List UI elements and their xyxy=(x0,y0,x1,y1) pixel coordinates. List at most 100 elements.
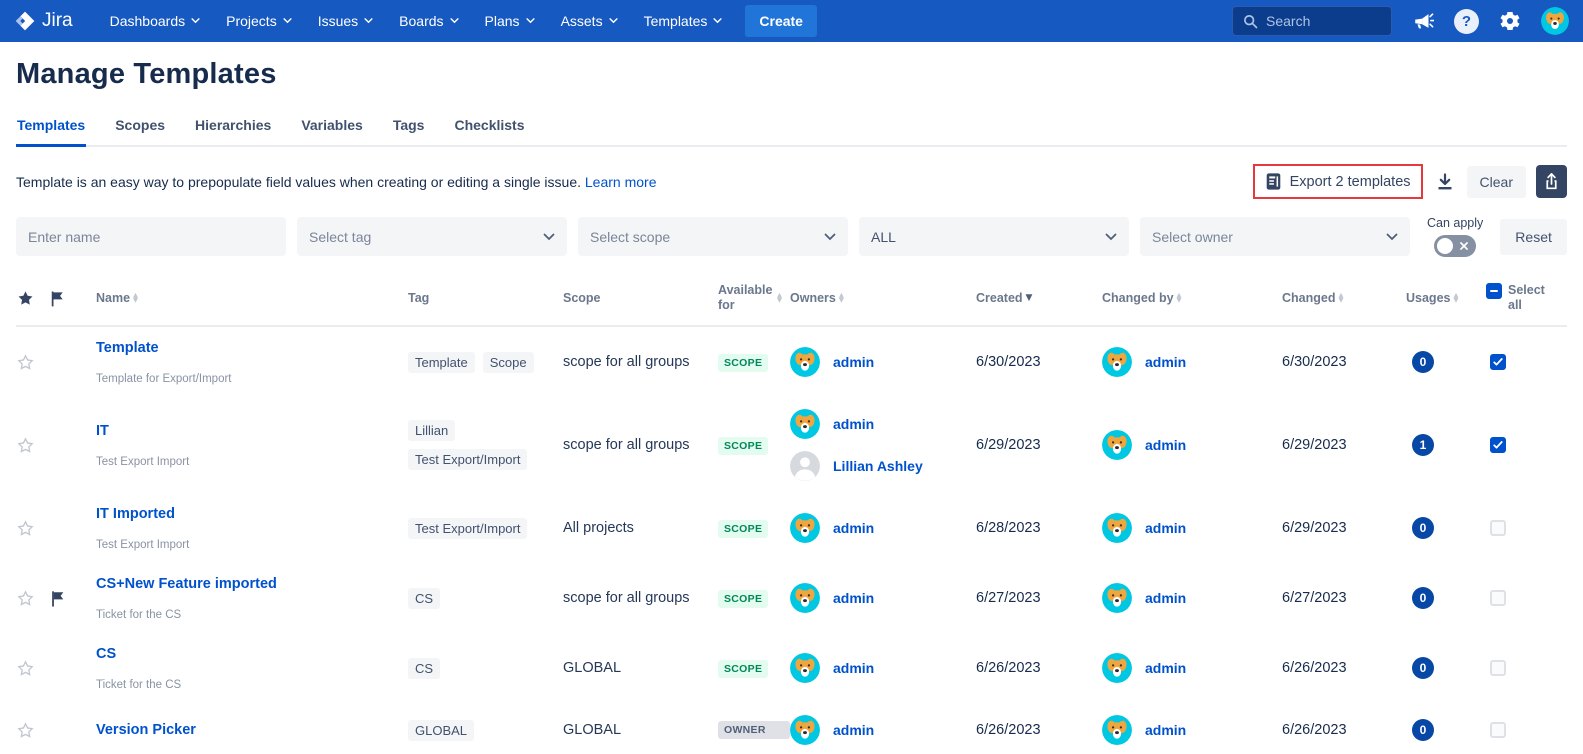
owner-item: admin xyxy=(1102,715,1282,745)
owner-link[interactable]: admin xyxy=(833,354,874,370)
template-name-link[interactable]: CS xyxy=(96,646,116,662)
owner-link[interactable]: admin xyxy=(833,722,874,738)
nav-item-boards[interactable]: Boards xyxy=(388,6,469,36)
tag-chip: GLOBAL xyxy=(408,720,474,741)
owner-link[interactable]: admin xyxy=(833,660,874,676)
tag-filter-placeholder: Select tag xyxy=(309,229,371,245)
available-for-badge: SCOPE xyxy=(718,660,768,678)
created-date: 6/27/2023 xyxy=(976,590,1102,606)
owner-link[interactable]: admin xyxy=(833,590,874,606)
create-button[interactable]: Create xyxy=(745,5,817,37)
dog-avatar xyxy=(1102,430,1132,460)
can-apply-toggle[interactable] xyxy=(1434,235,1476,257)
scope-filter-select[interactable]: Select scope xyxy=(578,217,848,256)
column-header-available-for[interactable]: Available for ▲▼ xyxy=(718,283,790,313)
dog-avatar-icon xyxy=(790,715,820,745)
tab-checklists[interactable]: Checklists xyxy=(453,111,525,147)
template-name-link[interactable]: CS+New Feature imported xyxy=(96,576,277,592)
tab-variables[interactable]: Variables xyxy=(300,111,364,147)
row-checkbox[interactable] xyxy=(1490,660,1506,676)
nav-item-projects[interactable]: Projects xyxy=(215,6,303,36)
export-highlight-annotation: Export 2 templates xyxy=(1253,164,1423,199)
user-avatar[interactable] xyxy=(1541,7,1569,35)
available-for-cell: SCOPE xyxy=(718,589,790,607)
download-button[interactable] xyxy=(1433,170,1457,194)
row-star-button[interactable] xyxy=(16,589,50,608)
usages-badge: 0 xyxy=(1412,719,1434,741)
available-for-badge: SCOPE xyxy=(718,354,768,372)
owner-link[interactable]: admin xyxy=(1145,660,1186,676)
row-checkbox[interactable] xyxy=(1490,590,1506,606)
nav-item-assets[interactable]: Assets xyxy=(550,6,629,36)
flag-icon xyxy=(50,590,65,607)
header-label: Available for xyxy=(718,283,774,313)
template-name-link[interactable]: IT xyxy=(96,423,109,439)
owner-link[interactable]: admin xyxy=(833,416,874,432)
row-checkbox[interactable] xyxy=(1490,520,1506,536)
tag-chips: Test Export/Import xyxy=(408,518,563,539)
table-row: IT ImportedTest Export ImportTest Export… xyxy=(16,493,1567,563)
search-input[interactable] xyxy=(1266,13,1376,29)
owner-link[interactable]: admin xyxy=(833,520,874,536)
jira-logo[interactable]: Jira xyxy=(14,10,73,32)
announcements-button[interactable] xyxy=(1410,8,1436,34)
owner-link[interactable]: Lillian Ashley xyxy=(833,458,923,474)
nav-item-plans[interactable]: Plans xyxy=(474,6,546,36)
row-star-button[interactable] xyxy=(16,519,50,538)
export-templates-button[interactable]: Export 2 templates xyxy=(1255,166,1421,197)
clear-button[interactable]: Clear xyxy=(1467,166,1526,198)
tab-bar: Templates Scopes Hierarchies Variables Tags C… xyxy=(16,111,1567,147)
name-filter-input[interactable] xyxy=(16,217,286,256)
owner-link[interactable]: admin xyxy=(1145,520,1186,536)
dog-avatar xyxy=(790,653,820,683)
global-search[interactable] xyxy=(1232,6,1392,36)
tab-hierarchies[interactable]: Hierarchies xyxy=(194,111,272,147)
template-name-link[interactable]: IT Imported xyxy=(96,506,175,522)
column-header-usages[interactable]: Usages ▲▼ xyxy=(1406,291,1486,306)
available-for-cell: SCOPE xyxy=(718,353,790,371)
owner-link[interactable]: admin xyxy=(1145,590,1186,606)
owner-filter-select[interactable]: Select owner xyxy=(1140,217,1410,256)
row-star-button[interactable] xyxy=(16,353,50,372)
template-name-link[interactable]: Version Picker xyxy=(96,722,196,738)
tab-scopes[interactable]: Scopes xyxy=(114,111,166,147)
tab-templates[interactable]: Templates xyxy=(16,111,86,147)
row-checkbox[interactable] xyxy=(1490,437,1506,453)
row-checkbox[interactable] xyxy=(1490,354,1506,370)
column-header-changed-by[interactable]: Changed by ▲▼ xyxy=(1102,291,1282,306)
settings-button[interactable] xyxy=(1497,8,1523,34)
reset-button[interactable]: Reset xyxy=(1500,219,1567,255)
row-flag-icon[interactable] xyxy=(50,590,96,607)
scope-value: GLOBAL xyxy=(563,722,718,738)
nav-item-issues[interactable]: Issues xyxy=(307,6,384,36)
owner-link[interactable]: admin xyxy=(1145,354,1186,370)
star-column-header[interactable] xyxy=(16,289,50,308)
nav-item-label: Assets xyxy=(561,13,603,29)
row-checkbox[interactable] xyxy=(1490,722,1506,738)
row-star-button[interactable] xyxy=(16,721,50,740)
flag-column-header[interactable] xyxy=(50,290,96,307)
type-filter-select[interactable]: ALL xyxy=(859,217,1129,256)
dog-avatar-icon xyxy=(790,513,820,543)
nav-item-dashboards[interactable]: Dashboards xyxy=(99,6,212,36)
template-name-link[interactable]: Template xyxy=(96,340,159,356)
column-header-created[interactable]: Created ▼ xyxy=(976,291,1102,306)
tab-tags[interactable]: Tags xyxy=(392,111,426,147)
help-button[interactable]: ? xyxy=(1454,9,1479,34)
share-button[interactable] xyxy=(1536,165,1567,198)
column-header-scope: Scope xyxy=(563,291,718,306)
column-header-owners[interactable]: Owners ▲▼ xyxy=(790,291,976,306)
column-header-name[interactable]: Name ▲▼ xyxy=(96,291,408,306)
owner-link[interactable]: admin xyxy=(1145,437,1186,453)
row-star-button[interactable] xyxy=(16,659,50,678)
owner-link[interactable]: admin xyxy=(1145,722,1186,738)
nav-item-templates[interactable]: Templates xyxy=(633,6,734,36)
learn-more-link[interactable]: Learn more xyxy=(585,174,657,190)
select-all-checkbox[interactable] xyxy=(1486,283,1502,299)
dog-avatar xyxy=(790,347,820,377)
owner-item: admin xyxy=(790,513,976,543)
row-star-button[interactable] xyxy=(16,436,50,455)
column-header-changed[interactable]: Changed ▲▼ xyxy=(1282,291,1406,306)
tag-filter-select[interactable]: Select tag xyxy=(297,217,567,256)
sort-icon: ▲▼ xyxy=(839,293,844,304)
